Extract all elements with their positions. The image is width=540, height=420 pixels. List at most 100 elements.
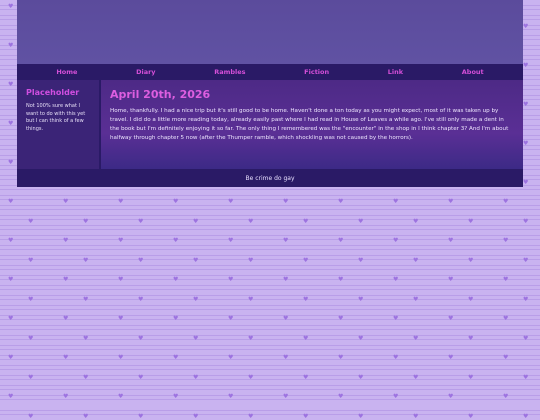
heart-icon: ♥ bbox=[83, 373, 89, 381]
nav-rambles[interactable]: Rambles bbox=[214, 68, 245, 76]
heart-icon: ♥ bbox=[228, 198, 234, 205]
heart-icon: ♥ bbox=[228, 354, 234, 361]
heart-icon: ♥ bbox=[303, 412, 309, 420]
heart-icon: ♥ bbox=[138, 256, 144, 264]
heart-icon: ♥ bbox=[393, 354, 399, 361]
heart-icon: ♥ bbox=[358, 334, 364, 342]
heart-icon: ♥ bbox=[303, 217, 309, 225]
heart-icon: ♥ bbox=[393, 198, 399, 205]
heart-icon: ♥ bbox=[283, 276, 289, 283]
heart-icon: ♥ bbox=[338, 393, 344, 400]
heart-icon: ♥ bbox=[448, 237, 454, 244]
heart-icon: ♥ bbox=[193, 334, 199, 342]
heart-icon: ♥ bbox=[8, 159, 14, 166]
heart-icon: ♥ bbox=[468, 295, 474, 303]
heart-icon: ♥ bbox=[523, 334, 529, 342]
heart-icon: ♥ bbox=[193, 373, 199, 381]
heart-icon: ♥ bbox=[523, 61, 529, 69]
heart-icon: ♥ bbox=[193, 295, 199, 303]
heart-icon: ♥ bbox=[283, 315, 289, 322]
heart-icon: ♥ bbox=[523, 256, 529, 264]
heart-icon: ♥ bbox=[228, 276, 234, 283]
heart-icon: ♥ bbox=[28, 412, 34, 420]
heart-icon: ♥ bbox=[523, 412, 529, 420]
heart-icon: ♥ bbox=[8, 393, 14, 400]
heart-icon: ♥ bbox=[283, 354, 289, 361]
heart-icon: ♥ bbox=[338, 237, 344, 244]
heart-icon: ♥ bbox=[523, 373, 529, 381]
heart-icon: ♥ bbox=[248, 334, 254, 342]
heart-icon: ♥ bbox=[503, 315, 509, 322]
heart-icon: ♥ bbox=[63, 315, 69, 322]
heart-icon: ♥ bbox=[338, 198, 344, 205]
heart-icon: ♥ bbox=[248, 217, 254, 225]
heart-icon: ♥ bbox=[283, 393, 289, 400]
heart-icon: ♥ bbox=[173, 393, 179, 400]
heart-icon: ♥ bbox=[138, 412, 144, 420]
entry-date-title: April 20th, 2026 bbox=[110, 88, 211, 101]
heart-icon: ♥ bbox=[358, 373, 364, 381]
heart-icon: ♥ bbox=[8, 3, 14, 10]
heart-icon: ♥ bbox=[358, 412, 364, 420]
heart-icon: ♥ bbox=[228, 315, 234, 322]
heart-icon: ♥ bbox=[303, 334, 309, 342]
diary-entry: April 20th, 2026 Home, thankfully. I had… bbox=[101, 80, 523, 169]
heart-icon: ♥ bbox=[118, 198, 124, 205]
heart-icon: ♥ bbox=[83, 256, 89, 264]
nav-about[interactable]: About bbox=[462, 68, 484, 76]
heart-icon: ♥ bbox=[303, 295, 309, 303]
heart-icon: ♥ bbox=[393, 315, 399, 322]
heart-icon: ♥ bbox=[28, 256, 34, 264]
sidebar-text: Not 100% sure what I want to do with thi… bbox=[26, 103, 86, 132]
heart-icon: ♥ bbox=[413, 373, 419, 381]
heart-icon: ♥ bbox=[118, 354, 124, 361]
heart-icon: ♥ bbox=[173, 237, 179, 244]
nav-home[interactable]: Home bbox=[56, 68, 77, 76]
heart-icon: ♥ bbox=[413, 412, 419, 420]
heart-icon: ♥ bbox=[118, 393, 124, 400]
heart-icon: ♥ bbox=[193, 412, 199, 420]
nav-fiction[interactable]: Fiction bbox=[304, 68, 329, 76]
heart-icon: ♥ bbox=[8, 81, 14, 88]
heart-icon: ♥ bbox=[303, 256, 309, 264]
heart-icon: ♥ bbox=[118, 237, 124, 244]
heart-icon: ♥ bbox=[28, 217, 34, 225]
footer: Be crime do gay bbox=[17, 169, 523, 187]
heart-icon: ♥ bbox=[283, 237, 289, 244]
heart-icon: ♥ bbox=[83, 217, 89, 225]
nav-link[interactable]: Link bbox=[388, 68, 403, 76]
heart-icon: ♥ bbox=[283, 198, 289, 205]
heart-icon: ♥ bbox=[503, 354, 509, 361]
heart-icon: ♥ bbox=[448, 354, 454, 361]
heart-icon: ♥ bbox=[503, 237, 509, 244]
sidebar: Placeholder Not 100% sure what I want to… bbox=[17, 80, 101, 169]
heart-icon: ♥ bbox=[248, 256, 254, 264]
heart-icon: ♥ bbox=[63, 198, 69, 205]
heart-icon: ♥ bbox=[193, 256, 199, 264]
nav-diary[interactable]: Diary bbox=[136, 68, 155, 76]
heart-icon: ♥ bbox=[248, 373, 254, 381]
heart-icon: ♥ bbox=[83, 412, 89, 420]
heart-icon: ♥ bbox=[523, 22, 529, 30]
heart-icon: ♥ bbox=[228, 393, 234, 400]
heart-icon: ♥ bbox=[358, 256, 364, 264]
header-banner bbox=[17, 0, 523, 64]
heart-icon: ♥ bbox=[248, 295, 254, 303]
heart-icon: ♥ bbox=[28, 295, 34, 303]
entry-body: Home, thankfully. I had a nice trip but … bbox=[110, 108, 509, 141]
heart-icon: ♥ bbox=[503, 198, 509, 205]
heart-icon: ♥ bbox=[8, 315, 14, 322]
heart-icon: ♥ bbox=[138, 334, 144, 342]
heart-icon: ♥ bbox=[523, 295, 529, 303]
heart-icon: ♥ bbox=[468, 412, 474, 420]
heart-icon: ♥ bbox=[523, 100, 529, 108]
heart-icon: ♥ bbox=[448, 276, 454, 283]
heart-icon: ♥ bbox=[468, 334, 474, 342]
main-nav: Home Diary Rambles Fiction Link About bbox=[17, 64, 523, 80]
sidebar-title: Placeholder bbox=[26, 88, 80, 97]
heart-icon: ♥ bbox=[413, 295, 419, 303]
heart-icon: ♥ bbox=[173, 354, 179, 361]
heart-icon: ♥ bbox=[63, 393, 69, 400]
heart-icon: ♥ bbox=[193, 217, 199, 225]
heart-icon: ♥ bbox=[358, 295, 364, 303]
